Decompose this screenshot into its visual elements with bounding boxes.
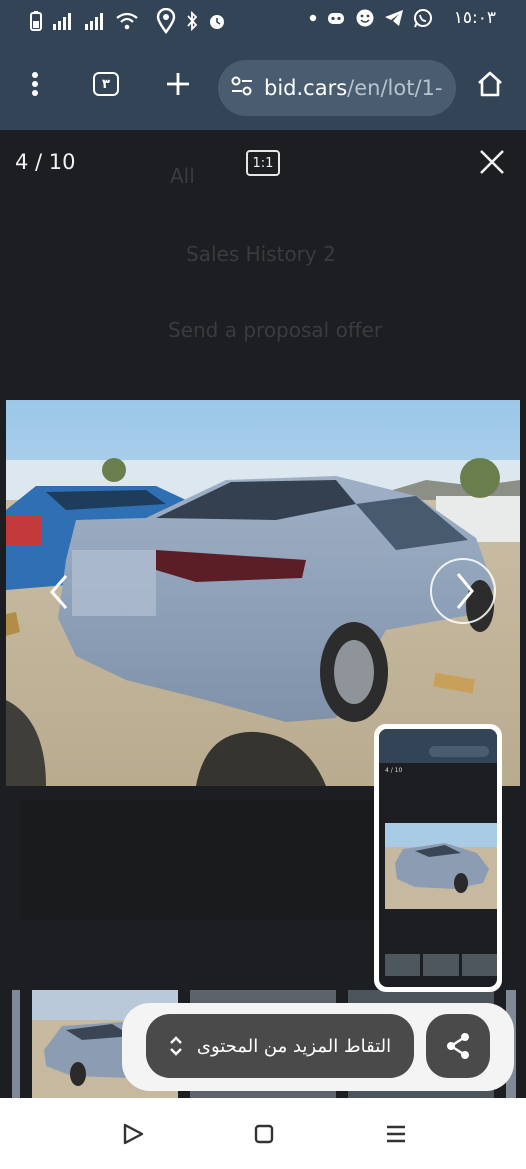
status-bar: ١٥:٠٣ (0, 0, 526, 46)
dot-icon (309, 14, 317, 22)
url-domain: bid.cars (264, 76, 348, 100)
thumbnail[interactable] (12, 990, 20, 1098)
preview-address-bar (429, 746, 489, 757)
preview-thumbnails (385, 954, 497, 976)
previous-image-button[interactable] (46, 572, 70, 616)
status-left (30, 8, 226, 34)
alarm-icon (208, 12, 226, 30)
background-text: Send a proposal offer (168, 318, 383, 342)
url-path: /en/lot/1- (347, 76, 443, 100)
background-text: Sales History 2 (186, 242, 336, 266)
game-icon (326, 9, 346, 27)
screenshot-preview-content: 4 / 10 (379, 729, 497, 987)
capture-more-label: التقاط المزيد من المحتوى (196, 1035, 392, 1057)
browser-toolbar: ٣ bid.cars/en/lot/1- (0, 46, 526, 130)
menu-lines-icon (387, 1125, 405, 1143)
status-right: ١٥:٠٣ (309, 8, 496, 28)
address-bar[interactable]: bid.cars/en/lot/1- (218, 60, 456, 116)
chevron-left-icon (50, 575, 68, 609)
back-button[interactable] (120, 1120, 148, 1148)
preview-photo (385, 823, 497, 909)
expand-vertical-icon (170, 1036, 182, 1056)
capture-more-button[interactable]: التقاط المزيد من المحتوى (146, 1014, 414, 1078)
clock-time: ١٥:٠٣ (453, 8, 496, 28)
whatsapp-icon (413, 8, 433, 28)
preview-counter: 4 / 10 (385, 767, 403, 774)
screen: ١٥:٠٣ ٣ bid.cars/en/lot/1- All Sales His… (0, 0, 526, 1169)
recents-button[interactable] (382, 1120, 410, 1148)
emoji-icon (355, 8, 375, 28)
telegram-icon (384, 9, 404, 27)
home-button[interactable] (468, 62, 512, 106)
wifi-icon (116, 12, 138, 30)
system-navigation-bar (0, 1098, 526, 1169)
close-button[interactable] (478, 148, 506, 176)
tab-count-badge: ٣ (93, 72, 119, 96)
bluetooth-icon (186, 11, 198, 31)
screenshot-action-bar: التقاط المزيد من المحتوى (122, 1003, 514, 1091)
home-nav-button[interactable] (250, 1120, 278, 1148)
square-icon (254, 1124, 274, 1144)
share-icon (447, 1033, 469, 1059)
menu-button[interactable] (13, 62, 57, 106)
location-icon (156, 8, 176, 34)
signal-icon (84, 12, 106, 30)
back-triangle-icon (123, 1123, 144, 1145)
tabs-button[interactable]: ٣ (84, 62, 128, 106)
site-settings-icon[interactable] (230, 76, 254, 100)
battery-icon (30, 11, 42, 31)
screenshot-preview[interactable]: 4 / 10 (374, 724, 502, 992)
image-viewer: All Sales History 2 Send a proposal offe… (0, 130, 526, 1098)
image-counter: 4 / 10 (15, 150, 76, 174)
background-text: All (170, 164, 195, 188)
actual-size-button[interactable]: 1:1 (246, 150, 280, 176)
home-icon (478, 71, 502, 97)
next-image-button[interactable] (430, 558, 496, 624)
close-icon (480, 150, 504, 174)
more-vertical-icon (32, 72, 38, 96)
plus-icon (167, 73, 189, 95)
chevron-right-icon (456, 573, 474, 609)
share-button[interactable] (426, 1014, 490, 1078)
signal-icon (52, 12, 74, 30)
new-tab-button[interactable] (156, 62, 200, 106)
